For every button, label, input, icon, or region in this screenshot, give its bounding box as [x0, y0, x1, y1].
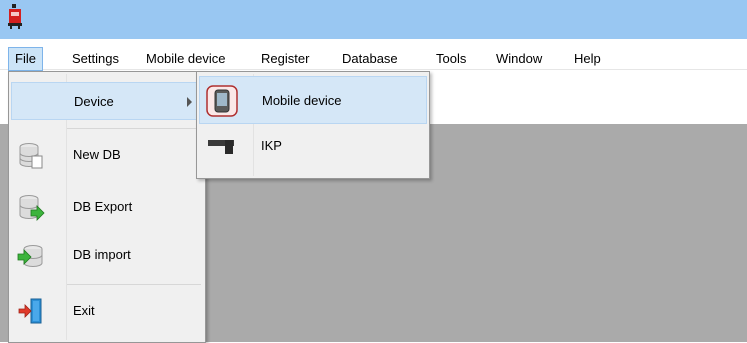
menu-item-exit-label: Exit [73, 303, 95, 318]
submenu-item-ikp-label: IKP [261, 138, 282, 153]
menu-mobile-device[interactable]: Mobile device [140, 47, 232, 71]
menu-separator [67, 128, 201, 129]
menu-item-device[interactable]: Device [11, 82, 203, 120]
menu-item-device-label: Device [74, 94, 114, 109]
submenu-item-mobile-device[interactable]: Mobile device [199, 76, 427, 124]
menu-separator [67, 284, 201, 285]
menu-item-db-export-label: DB Export [73, 199, 133, 214]
menu-register[interactable]: Register [255, 47, 315, 71]
menu-item-new-db[interactable]: New DB [11, 136, 203, 174]
app-icon[interactable] [6, 4, 24, 30]
mdi-client-edge [0, 124, 8, 342]
menu-item-new-db-label: New DB [73, 147, 121, 162]
title-bar [0, 0, 747, 39]
menu-help[interactable]: Help [568, 47, 607, 71]
database-new-icon [19, 143, 43, 169]
menu-item-db-export[interactable]: DB Export [11, 188, 203, 226]
menu-item-exit[interactable]: Exit [11, 292, 203, 330]
device-submenu: Mobile device IKP [196, 71, 430, 179]
ikp-scanner-icon [208, 140, 234, 154]
menu-file[interactable]: File [8, 47, 43, 71]
menu-settings[interactable]: Settings [66, 47, 125, 71]
submenu-arrow-icon [187, 97, 192, 107]
mobile-device-icon [206, 85, 238, 117]
menu-item-db-import-label: DB import [73, 247, 131, 262]
database-import-icon [17, 245, 43, 267]
menu-database[interactable]: Database [336, 47, 404, 71]
menu-tools[interactable]: Tools [430, 47, 472, 71]
file-menu-dropdown: Device New DB DB Export DB import Exit [8, 71, 206, 343]
exit-door-icon [18, 298, 42, 324]
submenu-item-mobile-device-label: Mobile device [262, 93, 342, 108]
menu-window[interactable]: Window [490, 47, 548, 71]
database-export-icon [19, 195, 45, 221]
menu-item-db-import[interactable]: DB import [11, 236, 203, 274]
submenu-item-ikp[interactable]: IKP [199, 126, 427, 174]
